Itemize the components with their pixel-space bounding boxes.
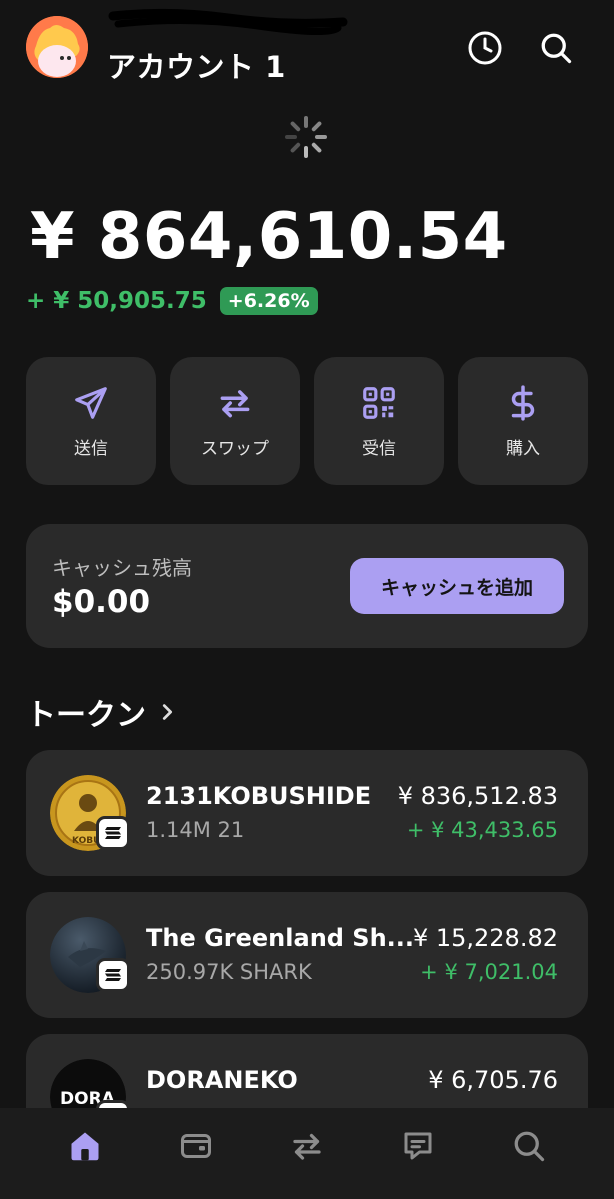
balance-change: + ¥ 50,905.75 +6.26%	[26, 287, 318, 315]
token-row[interactable]: The Greenland Sh... 250.97K SHARK ¥ 15,2…	[26, 892, 588, 1018]
token-value: ¥ 15,228.82	[412, 924, 558, 952]
balance-change-amount: + ¥ 50,905.75	[26, 288, 207, 314]
buy-label: 購入	[506, 438, 540, 459]
send-label: 送信	[74, 438, 108, 459]
bottom-navigation	[0, 1108, 614, 1199]
add-cash-button[interactable]: キャッシュを追加	[350, 558, 564, 614]
nav-wallet[interactable]	[172, 1122, 220, 1170]
account-name[interactable]: アカウント 1	[107, 44, 286, 86]
cash-balance-card: キャッシュ残高 $0.00 キャッシュを追加	[26, 524, 588, 648]
tokens-header[interactable]: トークン	[26, 690, 178, 734]
clock-icon	[468, 31, 502, 65]
qr-code-icon	[363, 386, 395, 419]
token-name: DORANEKO	[146, 1066, 298, 1094]
buy-button[interactable]: 購入	[458, 357, 588, 485]
nav-search[interactable]	[505, 1122, 553, 1170]
balance-change-percent-badge: +6.26%	[219, 287, 318, 315]
total-balance: ¥ 864,610.54	[30, 200, 508, 274]
action-buttons: 送信 スワップ 受信 購入	[26, 357, 588, 485]
swap-button[interactable]: スワップ	[170, 357, 300, 485]
token-name: 2131KOBUSHIDE	[146, 782, 372, 810]
swap-label: スワップ	[201, 438, 269, 459]
chat-icon	[404, 1132, 432, 1159]
swap-icon	[220, 389, 250, 417]
token-change: + ¥ 7,021.04	[420, 960, 558, 984]
search-icon	[541, 33, 572, 64]
history-button[interactable]	[465, 28, 505, 68]
cash-balance-title: キャッシュ残高	[52, 556, 192, 580]
receive-button[interactable]: 受信	[314, 357, 444, 485]
account-avatar[interactable]	[26, 16, 88, 78]
search-button[interactable]	[536, 28, 576, 68]
cash-balance-value: $0.00	[52, 584, 151, 620]
redaction-scribble	[108, 8, 348, 36]
home-icon	[71, 1132, 99, 1160]
swap-icon	[293, 1133, 321, 1160]
token-change: + ¥ 43,433.65	[406, 818, 558, 842]
token-row[interactable]: KOBU 2131KOBUSHIDE 1.14M 21 ¥ 836,512.83…	[26, 750, 588, 876]
tokens-title: トークン	[26, 698, 146, 733]
solana-badge-icon	[96, 958, 130, 992]
search-icon	[514, 1131, 544, 1161]
send-icon	[75, 386, 107, 419]
dollar-icon	[511, 384, 535, 421]
send-button[interactable]: 送信	[26, 357, 156, 485]
wallet-icon	[181, 1133, 212, 1158]
token-value: ¥ 836,512.83	[397, 782, 558, 810]
token-amount: 1.14M 21	[146, 818, 245, 842]
nav-swap[interactable]	[283, 1122, 331, 1170]
token-amount: 250.97K SHARK	[146, 960, 312, 984]
receive-label: 受信	[362, 438, 396, 459]
solana-badge-icon	[96, 816, 130, 850]
chevron-right-icon	[162, 704, 173, 720]
token-value: ¥ 6,705.76	[428, 1066, 558, 1094]
nav-home[interactable]	[61, 1122, 109, 1170]
loading-spinner-icon	[285, 116, 327, 158]
token-name: The Greenland Sh...	[146, 924, 415, 952]
nav-messages[interactable]	[394, 1122, 442, 1170]
